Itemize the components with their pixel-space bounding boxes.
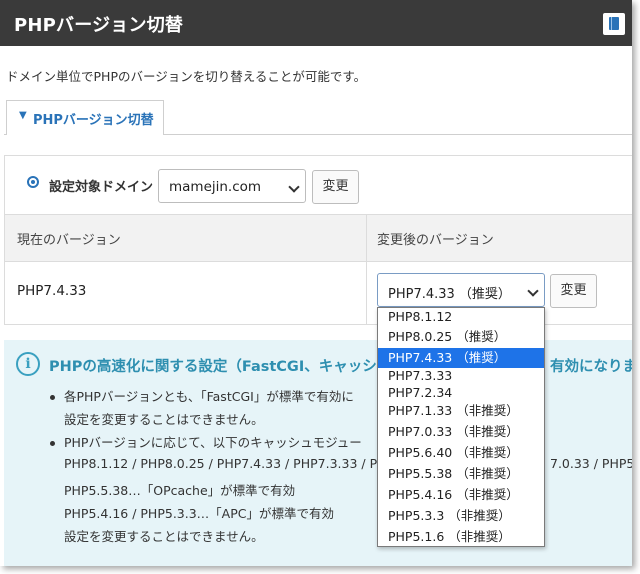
title-bar: PHPバージョン切替 [0, 0, 632, 46]
current-version-value: PHP7.4.33 [17, 283, 87, 299]
version-option[interactable]: PHP7.1.33 （非推奨） [378, 401, 544, 421]
version-option[interactable]: PHP5.3.3 （非推奨） [378, 506, 544, 526]
info-bullet2-line5: 設定を変更することはできません。 [64, 529, 264, 544]
version-option[interactable]: PHP5.4.16 （非推奨） [378, 485, 544, 505]
info-bullet1-line1: 各PHPバージョンとも、「FastCGI」が標準で有効に [64, 389, 354, 404]
page-title: PHPバージョン切替 [14, 15, 184, 36]
chevron-down-icon [527, 285, 539, 297]
info-bullet1-line2: 設定を変更することはできません。 [64, 412, 264, 427]
info-title-tail: 有効になりま [550, 359, 632, 375]
version-change-button[interactable]: 変更 [550, 274, 597, 308]
header-current-version: 現在のバージョン [17, 233, 121, 248]
chevron-down-icon [288, 181, 300, 193]
info-bullet2-line1: PHPバージョンに応じて、以下のキャッシュモジュー [64, 435, 362, 450]
page-description: ドメイン単位でPHPのバージョンを切り替えることが可能です。 [6, 69, 367, 84]
new-version-select-value: PHP7.4.33 （推奨） [388, 287, 511, 302]
table-header: 現在のバージョン 変更後のバージョン [5, 214, 632, 262]
info-title: PHPの高速化に関する設定（FastCGI、キャッシ [49, 359, 377, 375]
domain-select[interactable]: mamejin.com [158, 169, 306, 203]
settings-box: 設定対象ドメイン mamejin.com 変更 現在のバージョン 変更後のバージ… [4, 155, 632, 325]
column-divider [366, 214, 367, 324]
version-option[interactable]: PHP5.5.38 （非推奨） [378, 464, 544, 484]
info-bullet2-line3: PHP5.5.38…「OPcache」が標準で有効 [64, 483, 296, 498]
version-dropdown-list: PHP8.1.12 PHP8.0.25 （推奨） PHP7.4.33 （推奨） … [377, 307, 545, 547]
domain-radio[interactable] [27, 176, 39, 188]
domain-change-button[interactable]: 変更 [312, 170, 359, 204]
info-bullet2-line2-tail: 7.0.33 / PHP5. [550, 456, 632, 471]
version-option[interactable]: PHP7.2.34 [378, 383, 544, 403]
domain-select-value: mamejin.com [169, 179, 262, 195]
version-option[interactable]: PHP5.1.6 （非推奨） [378, 527, 544, 546]
header-new-version: 変更後のバージョン [377, 233, 494, 248]
info-icon: i [16, 352, 40, 376]
version-option[interactable]: PHP8.1.12 [378, 308, 544, 327]
info-bullet2-line4: PHP5.4.16 / PHP5.3.3…「APC」が標準で有効 [64, 506, 334, 521]
tab-label: PHPバージョン切替 [33, 113, 154, 128]
version-option-selected[interactable]: PHP7.4.33 （推奨） [378, 348, 544, 368]
info-bullet2-line2: PHP8.1.12 / PHP8.0.25 / PHP7.4.33 / PHP7… [64, 456, 378, 471]
manual-button[interactable] [603, 13, 625, 35]
version-option[interactable]: PHP8.0.25 （推奨） [378, 327, 544, 347]
bullet-dot [50, 395, 55, 400]
tab-php-version-switch[interactable]: ▼ PHPバージョン切替 [6, 100, 164, 135]
version-option[interactable]: PHP7.0.33 （非推奨） [378, 422, 544, 442]
chevron-down-icon: ▼ [19, 110, 27, 121]
domain-label: 設定対象ドメイン [49, 180, 154, 195]
version-option[interactable]: PHP5.6.40 （非推奨） [378, 443, 544, 463]
php-version-panel: PHPバージョン切替 ドメイン単位でPHPのバージョンを切り替えることが可能です… [0, 0, 632, 566]
new-version-select[interactable]: PHP7.4.33 （推奨） [377, 273, 545, 307]
bullet-dot [50, 441, 55, 446]
book-icon [609, 17, 619, 30]
